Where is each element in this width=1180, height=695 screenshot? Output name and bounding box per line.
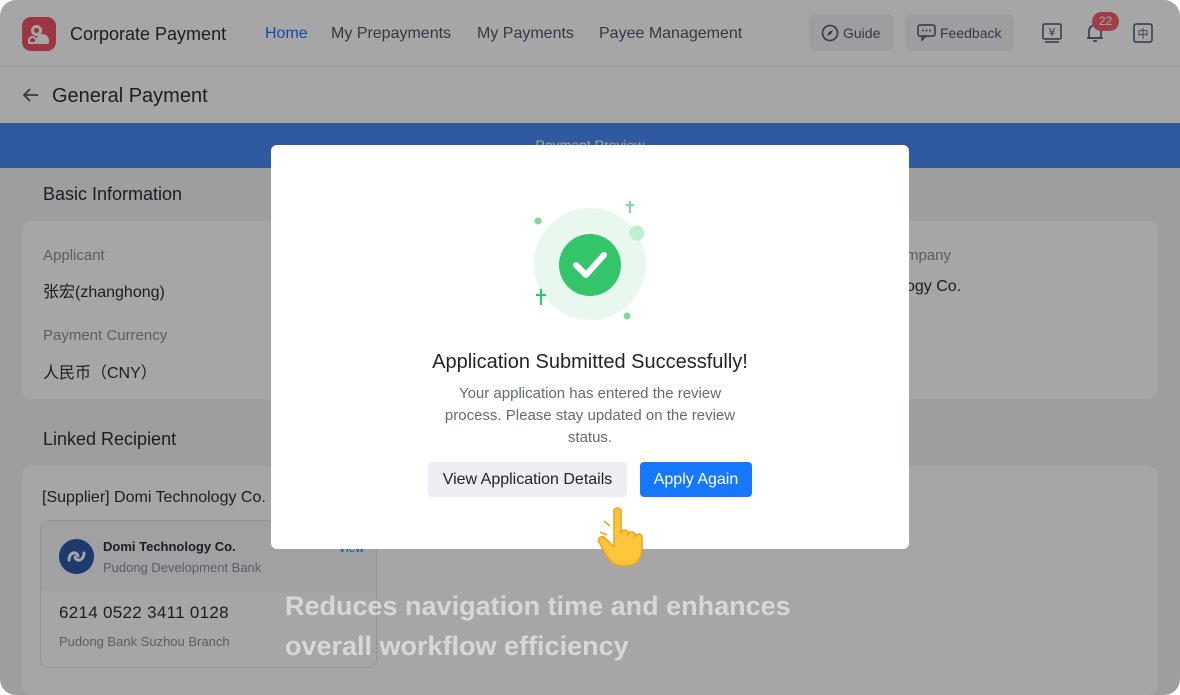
- view-application-details-button[interactable]: View Application Details: [428, 462, 627, 497]
- apply-again-button[interactable]: Apply Again: [640, 462, 752, 497]
- success-check-icon: [534, 201, 646, 320]
- promo-caption-line-2: overall workflow efficiency: [285, 631, 629, 661]
- pointer-hand-icon: [597, 505, 643, 567]
- app-window: Corporate Payment Home My Prepayments My…: [0, 0, 1180, 695]
- dialog-description: Your application has entered the review …: [444, 385, 736, 446]
- success-dialog: Application Submitted Successfully! Your…: [271, 145, 909, 549]
- promo-caption-line-1: Reduces navigation time and enhances: [285, 591, 791, 621]
- promo-caption: Reduces navigation time and enhances ove…: [285, 586, 791, 666]
- dialog-title: Application Submitted Successfully!: [432, 351, 748, 373]
